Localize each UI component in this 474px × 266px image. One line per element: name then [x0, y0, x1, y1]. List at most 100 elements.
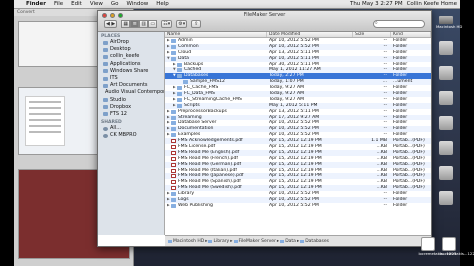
path-crumb[interactable]: FileMaker Server — [233, 238, 276, 244]
desktop-icon[interactable] — [436, 141, 456, 163]
view-mode-segment: ▦ ≡ ▥ ▭ — [121, 20, 158, 28]
folder-icon — [171, 44, 176, 49]
sidebar-item[interactable]: collin_keefe — [98, 53, 164, 60]
network-computer-icon — [103, 126, 108, 131]
path-crumb[interactable]: Data — [280, 239, 296, 244]
sidebar-item[interactable]: Dropbox — [98, 104, 164, 111]
menu-go[interactable]: Go — [107, 1, 123, 7]
folder-icon — [103, 105, 108, 110]
folder-icon — [171, 109, 176, 114]
desktop-file-icon[interactable]: locremetakis...1223 — [419, 237, 456, 259]
column-view-icon[interactable]: ▥ — [139, 20, 149, 28]
desktop-file-icon[interactable]: locremetakis...1223 — [440, 237, 474, 259]
desktop-icon[interactable] — [436, 166, 456, 188]
desktop-icon[interactable] — [436, 41, 456, 63]
sidebar-item[interactable]: ITS — [98, 75, 164, 82]
menubar-clock[interactable]: Thu May 3 2:27 PM — [350, 1, 403, 7]
path-separator-icon: ▸ — [230, 238, 233, 244]
desktop-icon-image — [439, 141, 453, 155]
share-button[interactable]: ⇪ — [191, 20, 202, 28]
pdf-file-icon — [171, 168, 176, 173]
path-crumb[interactable]: Databases — [300, 239, 329, 244]
sidebar-item[interactable]: Studio — [98, 97, 164, 104]
desktop-icon-image — [439, 91, 453, 105]
finder-toolbar: FileMaker Server ◀ ▶ ▦ ≡ ▥ ▭ ☷▾ ⚙▾ ⇪ ⌕ — [98, 11, 431, 32]
column-header-kind[interactable]: Kind — [391, 32, 431, 37]
desktop-icon[interactable] — [436, 116, 456, 138]
desktop-hard-drive-icon[interactable]: Macintosh HD — [436, 16, 462, 38]
sidebar-item[interactable]: Applications — [98, 61, 164, 68]
sidebar-item-shared[interactable]: All... — [98, 125, 164, 132]
sidebar-item[interactable]: AirDrop — [98, 39, 164, 46]
desktop-icon-image — [439, 66, 453, 80]
desktop-bottom-icons: locremetakis...1223 locremetakis...1223 — [418, 237, 474, 262]
sidebar-item-label: Desktop — [110, 46, 131, 53]
folder-icon — [280, 239, 285, 243]
menu-help[interactable]: Help — [152, 1, 173, 7]
desktop-icon[interactable] — [436, 66, 456, 88]
folder-icon — [103, 83, 108, 88]
path-crumb[interactable]: Macintosh HD — [168, 239, 204, 244]
desktop-icon-image — [439, 41, 453, 55]
path-bar: Macintosh HD ▸ Library ▸ FileMaker Server ▸ Da… — [165, 235, 431, 246]
sidebar-item-label: Applications — [110, 60, 141, 67]
folder-icon — [171, 133, 176, 138]
coverflow-view-icon[interactable]: ▭ — [148, 20, 158, 28]
finder-sidebar: PLACES AirDrop Desktop collin_keefe Applica… — [98, 32, 165, 235]
path-separator-icon: ▸ — [296, 238, 300, 244]
folder-icon — [183, 80, 188, 85]
back-forward-button[interactable]: ◀ ▶ — [104, 20, 118, 28]
icon-view-icon[interactable]: ▦ — [121, 20, 131, 28]
document-thumbnail — [25, 96, 65, 146]
sidebar-item-label: Studio — [110, 96, 126, 103]
sidebar-item[interactable]: Desktop — [98, 46, 164, 53]
path-crumb-label: Databases — [305, 238, 330, 244]
pdf-file-icon — [171, 162, 176, 167]
search-field[interactable]: ⌕ — [373, 20, 425, 28]
menu-app-finder[interactable]: Finder — [22, 1, 50, 7]
file-name: Web Publishing — [178, 202, 213, 208]
action-gear-icon[interactable]: ⚙▾ — [176, 20, 188, 28]
folder-icon — [300, 239, 305, 243]
column-header-size[interactable]: Size — [353, 32, 391, 37]
arrange-button[interactable]: ☷▾ — [161, 20, 173, 28]
sidebar-item-label: ITS — [110, 74, 118, 81]
menu-edit[interactable]: Edit — [67, 1, 86, 7]
sidebar-item[interactable]: FTS 12 — [98, 111, 164, 118]
pdf-file-icon — [171, 174, 176, 179]
sidebar-item-label: Art Documents — [110, 82, 148, 89]
path-crumb-label: Macintosh HD — [173, 238, 205, 244]
folder-icon — [103, 112, 108, 117]
table-row[interactable]: ▶ Web Publishing Apr 10, 2012 5:52 PM -- Fol… — [165, 203, 431, 209]
folder-icon — [171, 192, 176, 197]
folder-icon — [171, 38, 176, 43]
menu-file[interactable]: File — [50, 1, 67, 7]
pdf-file-icon — [171, 139, 176, 144]
desktop-icon[interactable] — [436, 91, 456, 113]
menu-view[interactable]: View — [86, 1, 107, 7]
column-header-date-modified[interactable]: Date Modified — [267, 32, 353, 37]
letterbox-right — [460, 0, 474, 266]
sidebar-item-label: FTS 12 — [110, 110, 127, 117]
path-crumb-label: FileMaker Server — [238, 238, 276, 244]
menu-window[interactable]: Window — [123, 1, 153, 7]
column-header-name[interactable]: Name — [165, 32, 267, 37]
folder-icon — [103, 40, 108, 45]
menubar-user[interactable]: Collin Keefe Home — [407, 1, 457, 7]
folder-icon — [177, 103, 182, 108]
folder-icon — [177, 97, 182, 102]
folder-icon — [103, 69, 108, 74]
sidebar-item[interactable]: Windows Share — [98, 68, 164, 75]
desktop-icon[interactable] — [436, 191, 456, 213]
path-separator-icon: ▸ — [205, 238, 208, 244]
sidebar-item[interactable]: Art Documents — [98, 82, 164, 89]
folder-icon — [103, 76, 108, 81]
name-cell: ▶ Web Publishing — [165, 203, 267, 209]
path-crumb[interactable]: Library — [208, 239, 229, 244]
size-cell: -- — [383, 202, 387, 208]
list-view-icon[interactable]: ≡ — [130, 20, 140, 28]
sidebar-item-shared[interactable]: CK MBPRO — [98, 132, 164, 139]
toolbar-buttons: ◀ ▶ ▦ ≡ ▥ ▭ ☷▾ ⚙▾ ⇪ — [104, 20, 202, 28]
sidebar-item[interactable]: Audio Visual Contemporary — [98, 89, 164, 96]
pdf-file-icon — [171, 150, 176, 155]
